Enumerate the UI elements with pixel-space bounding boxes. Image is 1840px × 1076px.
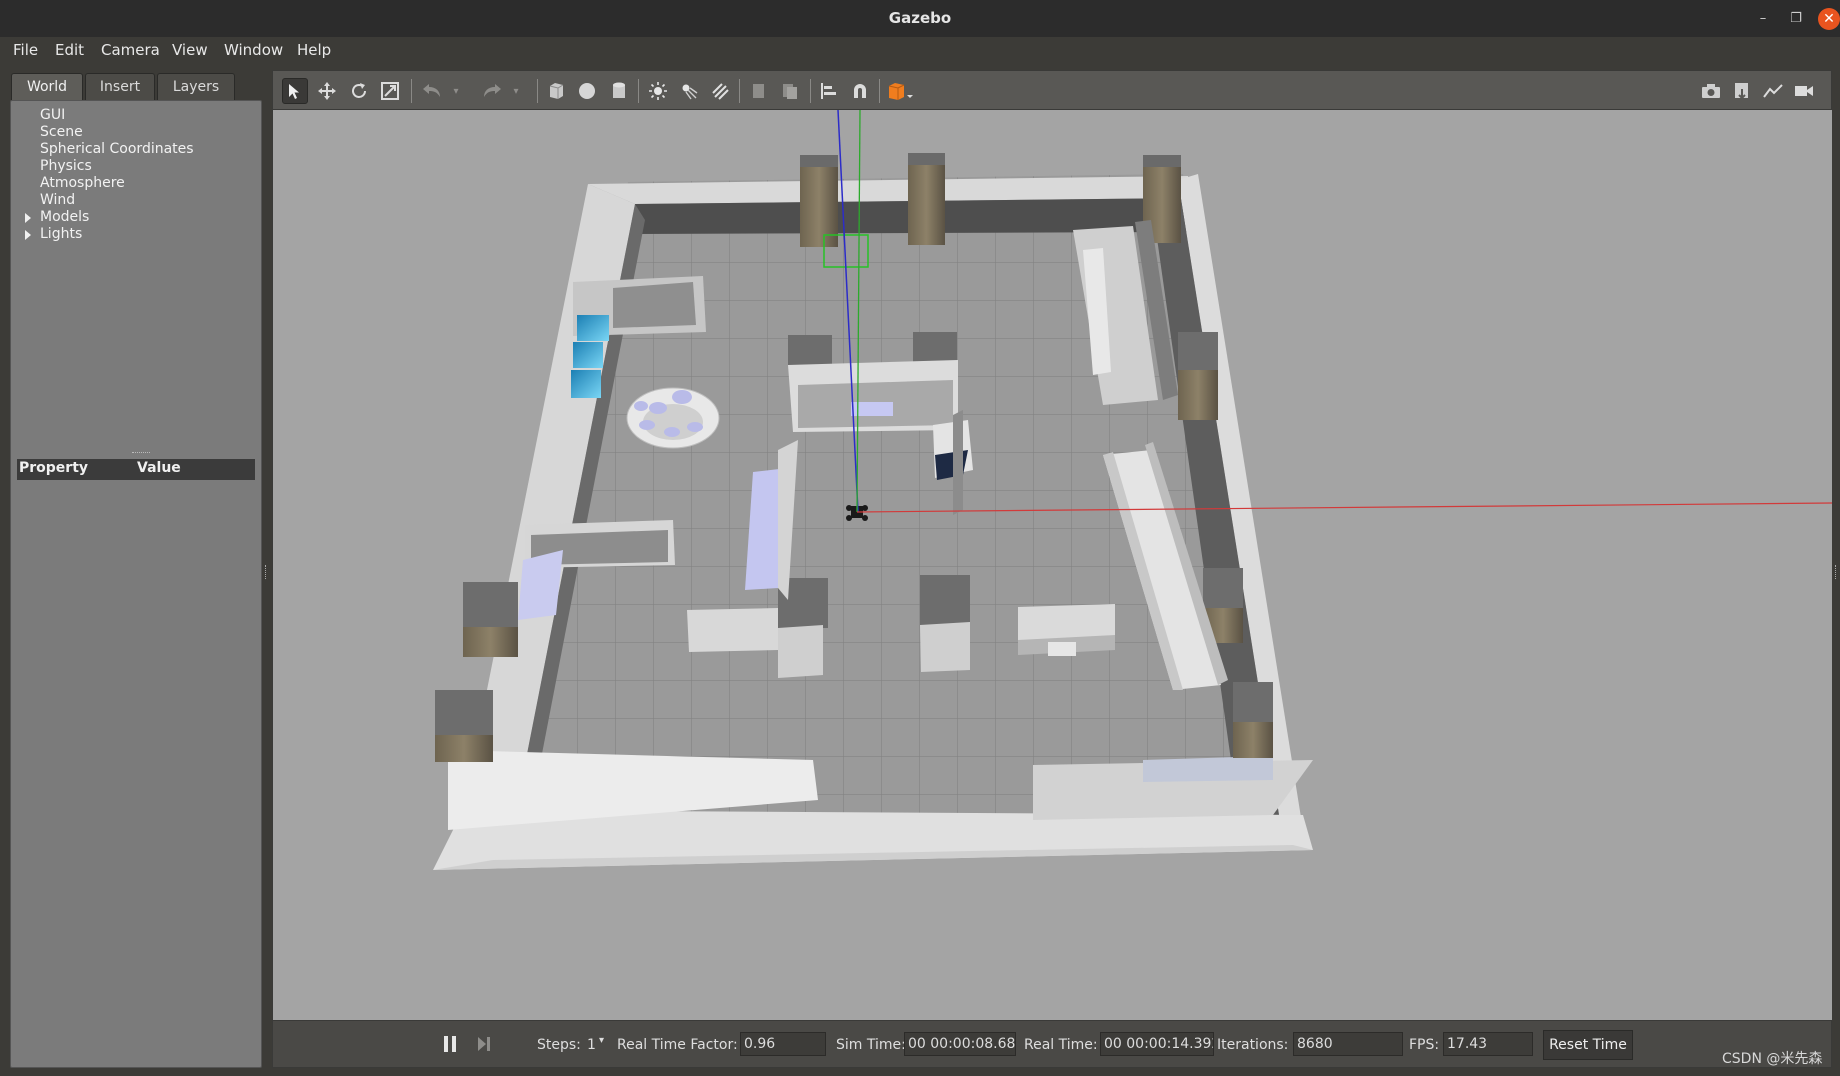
rotate-mode-icon[interactable]	[346, 78, 372, 104]
toolbar: ▾ ▾	[272, 70, 1832, 110]
select-mode-icon[interactable]	[282, 78, 308, 104]
property-header: Property Value	[17, 459, 255, 480]
fps-label: FPS:	[1409, 1037, 1440, 1053]
redo-history-dropdown-icon[interactable]: ▾	[503, 78, 529, 104]
tree-item-lights[interactable]: Lights	[40, 226, 82, 242]
tree-item-models[interactable]: Models	[40, 209, 89, 225]
menu-edit[interactable]: Edit	[55, 41, 84, 59]
3d-viewport[interactable]	[272, 110, 1832, 1020]
video-record-icon[interactable]	[1791, 78, 1817, 104]
steps-dropdown-icon[interactable]: ▾	[599, 1035, 604, 1046]
scale-mode-icon[interactable]	[377, 78, 403, 104]
value-column-label: Value	[137, 460, 181, 476]
tree-item-scene[interactable]: Scene	[40, 124, 83, 140]
toolbar-separator	[810, 79, 811, 103]
tree-item-spherical-coordinates[interactable]: Spherical Coordinates	[40, 141, 194, 157]
window-title: Gazebo	[888, 9, 952, 27]
directional-light-icon[interactable]	[707, 78, 733, 104]
real-time-factor-value: 0.96	[740, 1032, 826, 1056]
watermark: CSDN @米先森	[1722, 1051, 1823, 1067]
menu-file[interactable]: File	[13, 41, 38, 59]
real-time-factor-label: Real Time Factor:	[617, 1037, 738, 1053]
menu-window[interactable]: Window	[224, 41, 283, 59]
tab-insert[interactable]: Insert	[85, 73, 155, 100]
steps-label: Steps:	[537, 1037, 581, 1053]
screenshot-camera-icon[interactable]	[1698, 78, 1724, 104]
title-bar: Gazebo – ❐ ✕	[0, 0, 1840, 37]
sphere-shape-icon[interactable]	[574, 78, 600, 104]
toolbar-separator	[739, 79, 740, 103]
restore-button[interactable]: ❐	[1785, 8, 1807, 30]
toolbar-separator	[638, 79, 639, 103]
iterations-label: Iterations:	[1217, 1037, 1289, 1053]
left-panel: World Insert Layers GUI Scene Spherical …	[10, 70, 262, 1068]
menu-bar: File Edit Camera View Window Help	[0, 37, 1840, 65]
reset-time-button[interactable]: Reset Time	[1543, 1030, 1633, 1060]
tree-item-physics[interactable]: Physics	[40, 158, 92, 174]
toolbar-separator	[879, 79, 880, 103]
copy-icon[interactable]	[746, 78, 772, 104]
world-tree-pane: GUI Scene Spherical Coordinates Physics …	[10, 100, 262, 1068]
translate-mode-icon[interactable]	[314, 78, 340, 104]
undo-icon[interactable]	[419, 78, 445, 104]
minimize-button[interactable]: –	[1752, 8, 1774, 30]
expand-arrow-icon[interactable]	[25, 230, 31, 240]
cylinder-shape-icon[interactable]	[606, 78, 632, 104]
box-shape-icon[interactable]	[543, 78, 569, 104]
align-icon[interactable]	[816, 78, 842, 104]
log-data-icon[interactable]	[1729, 78, 1755, 104]
panel-splitter[interactable]	[132, 452, 150, 454]
sim-time-value: 00 00:00:08.680	[904, 1032, 1016, 1056]
spot-light-icon[interactable]	[676, 78, 702, 104]
tree-item-wind[interactable]: Wind	[40, 192, 75, 208]
toolbar-separator	[537, 79, 538, 103]
toolbar-separator	[411, 79, 412, 103]
paste-icon[interactable]	[777, 78, 803, 104]
iterations-value: 8680	[1293, 1032, 1403, 1056]
steps-spinbox[interactable]: 1	[587, 1037, 596, 1053]
real-time-value: 00 00:00:14.392	[1100, 1032, 1214, 1056]
tree-item-gui[interactable]: GUI	[40, 107, 65, 123]
view-angle-icon[interactable]	[885, 78, 917, 104]
close-button[interactable]: ✕	[1818, 8, 1840, 30]
menu-camera[interactable]: Camera	[101, 41, 160, 59]
step-icon[interactable]	[471, 1031, 497, 1057]
menu-view[interactable]: View	[172, 41, 208, 59]
panel-resize-handle[interactable]	[265, 565, 267, 579]
real-time-label: Real Time:	[1024, 1037, 1098, 1053]
fps-value: 17.43	[1443, 1032, 1533, 1056]
tab-layers[interactable]: Layers	[157, 73, 235, 100]
point-light-icon[interactable]	[645, 78, 671, 104]
property-column-label: Property	[19, 460, 89, 476]
snap-magnet-icon[interactable]	[847, 78, 873, 104]
undo-history-dropdown-icon[interactable]: ▾	[443, 78, 469, 104]
plot-icon[interactable]	[1760, 78, 1786, 104]
menu-help[interactable]: Help	[297, 41, 331, 59]
expand-arrow-icon[interactable]	[25, 213, 31, 223]
tab-world[interactable]: World	[11, 73, 83, 100]
pause-icon[interactable]	[437, 1031, 463, 1057]
sim-time-label: Sim Time:	[836, 1037, 906, 1053]
redo-icon[interactable]	[479, 78, 505, 104]
panel-resize-handle[interactable]	[1835, 565, 1837, 579]
scene-render	[433, 110, 1832, 870]
tree-item-atmosphere[interactable]: Atmosphere	[40, 175, 125, 191]
simulation-control-bar: Steps: 1 ▾ Real Time Factor: 0.96 Sim Ti…	[272, 1020, 1832, 1068]
